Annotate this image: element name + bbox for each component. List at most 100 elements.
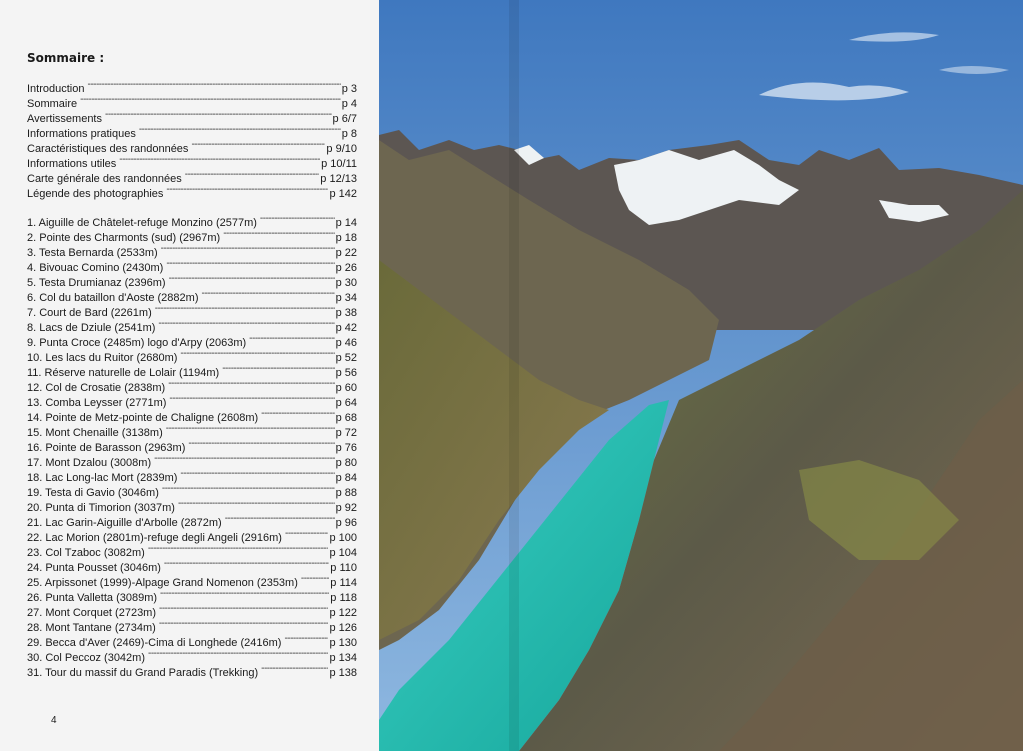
toc-entry-page: p 10/11 — [321, 158, 357, 170]
leader-dots — [166, 182, 328, 197]
toc-entry-page: p 96 — [335, 517, 357, 529]
hikes-list: 1. Aiguille de Châtelet-refuge Monzino (… — [27, 211, 357, 679]
toc-entry-label: 31. Tour du massif du Grand Paradis (Tre… — [27, 667, 259, 679]
leader-dots — [119, 152, 320, 167]
toc-entry-page: p 34 — [335, 292, 357, 304]
toc-entry-label: 8. Lacs de Dziule (2541m) — [27, 322, 156, 334]
toc-entry-page: p 4 — [341, 98, 357, 110]
leader-dots — [164, 556, 329, 571]
table-of-contents-page: Sommaire : Introduction p 3 Sommaire p 4 Ave… — [0, 0, 379, 751]
toc-entry-page: p 72 — [335, 427, 357, 439]
toc-entry-label: 21. Lac Garin-Aiguille d'Arbolle (2872m) — [27, 517, 222, 529]
toc-entry-page: p 68 — [335, 412, 357, 424]
general-sections-list: Introduction p 3 Sommaire p 4 Avertissements… — [27, 77, 357, 200]
toc-entry-page: p 64 — [335, 397, 357, 409]
book-spread: Sommaire : Introduction p 3 Sommaire p 4 Ave… — [0, 0, 1023, 751]
toc-entry: Introduction p 3 — [27, 77, 357, 95]
leader-dots — [180, 346, 334, 361]
leader-dots — [180, 466, 334, 481]
toc-entry-page: p 52 — [335, 352, 357, 364]
toc-entry-label: 30. Col Peccoz (3042m) — [27, 652, 145, 664]
toc-entry-page: p 14 — [335, 217, 357, 229]
toc-entry-page: p 110 — [330, 562, 357, 574]
toc-entry-label: 7. Court de Bard (2261m) — [27, 307, 152, 319]
toc-entry-page: p 104 — [329, 547, 357, 559]
toc-entry-page: p 30 — [335, 277, 357, 289]
toc-entry-page: p 3 — [341, 83, 357, 95]
toc-entry-label: 27. Mont Corquet (2723m) — [27, 607, 157, 619]
toc-entry-page: p 100 — [329, 532, 357, 544]
toc-entry-label: Informations pratiques — [27, 128, 136, 140]
leader-dots — [201, 286, 334, 301]
leader-dots — [260, 211, 335, 226]
toc-entry-page: p 114 — [330, 577, 357, 589]
toc-entry-label: 10. Les lacs du Ruitor (2680m) — [27, 352, 178, 364]
toc-entry-label: Sommaire — [27, 98, 78, 110]
toc-entry-page: p 84 — [335, 472, 357, 484]
toc-entry-page: p 8 — [341, 128, 357, 140]
leader-dots — [261, 406, 334, 421]
toc-entry-page: p 130 — [329, 637, 357, 649]
toc-entry-label: 15. Mont Chenaille (3138m) — [27, 427, 163, 439]
leader-dots — [169, 271, 335, 286]
toc-entry-label: 23. Col Tzaboc (3082m) — [27, 547, 145, 559]
toc-entry-label: 3. Testa Bernarda (2533m) — [27, 247, 158, 259]
leader-dots — [168, 376, 334, 391]
toc-entry: 1. Aiguille de Châtelet-refuge Monzino (… — [27, 211, 357, 229]
toc-entry-page: p 56 — [335, 367, 357, 379]
toc-entry-label: Introduction — [27, 83, 85, 95]
leader-dots — [166, 256, 334, 271]
leader-dots — [161, 241, 335, 256]
leader-dots — [261, 661, 328, 676]
toc-entry-label: Informations utiles — [27, 158, 117, 170]
toc-entry-label: Avertissements — [27, 113, 102, 125]
toc-entry-page: p 26 — [335, 262, 357, 274]
toc-entry-page: p 46 — [335, 337, 357, 349]
toc-entry-label: 19. Testa di Gavio (3046m) — [27, 487, 159, 499]
page-number: 4 — [51, 715, 57, 726]
leader-dots — [154, 451, 334, 466]
leader-dots — [185, 167, 320, 182]
leader-dots — [87, 77, 340, 92]
leader-dots — [301, 571, 329, 586]
toc-entry-page: p 142 — [329, 188, 357, 200]
toc-entry-label: 18. Lac Long-lac Mort (2839m) — [27, 472, 178, 484]
toc-entry-page: p 138 — [329, 667, 357, 679]
toc-entry-page: p 9/10 — [326, 143, 357, 155]
toc-entry-page: p 42 — [335, 322, 357, 334]
leader-dots — [105, 107, 332, 122]
leader-dots — [249, 331, 334, 346]
toc-entry-page: p 134 — [329, 652, 357, 664]
toc-entry-label: 5. Testa Drumianaz (2396m) — [27, 277, 166, 289]
toc-entry-page: p 88 — [335, 487, 357, 499]
leader-dots — [166, 421, 335, 436]
leader-dots — [178, 496, 335, 511]
leader-dots — [80, 92, 341, 107]
toc-entry-label: Légende des photographies — [27, 188, 164, 200]
leader-dots — [148, 646, 328, 661]
leader-dots — [188, 436, 334, 451]
page-fold-shadow — [509, 0, 519, 751]
toc-entry-page: p 122 — [329, 607, 357, 619]
leader-dots — [225, 511, 335, 526]
leader-dots — [284, 631, 328, 646]
leader-dots — [162, 481, 335, 496]
toc-entry-page: p 22 — [335, 247, 357, 259]
toc-entry-label: 20. Punta di Timorion (3037m) — [27, 502, 175, 514]
leader-dots — [223, 226, 334, 241]
toc-entry-label: 26. Punta Valletta (3089m) — [27, 592, 158, 604]
mountain-lake-photo — [379, 0, 1023, 751]
toc-entry-page: p 76 — [335, 442, 357, 454]
leader-dots — [159, 601, 328, 616]
landscape-photo — [379, 0, 1023, 751]
leader-dots — [158, 316, 334, 331]
toc-entry-page: p 92 — [335, 502, 357, 514]
toc-entry-page: p 126 — [329, 622, 357, 634]
toc-entry-page: p 118 — [330, 592, 357, 604]
leader-dots — [148, 541, 329, 556]
toc-entry-label: 12. Col de Crosatie (2838m) — [27, 382, 166, 394]
page-title: Sommaire : — [27, 51, 105, 65]
toc-entry-label: 17. Mont Dzalou (3008m) — [27, 457, 152, 469]
toc-entry-page: p 38 — [335, 307, 357, 319]
leader-dots — [191, 137, 325, 152]
